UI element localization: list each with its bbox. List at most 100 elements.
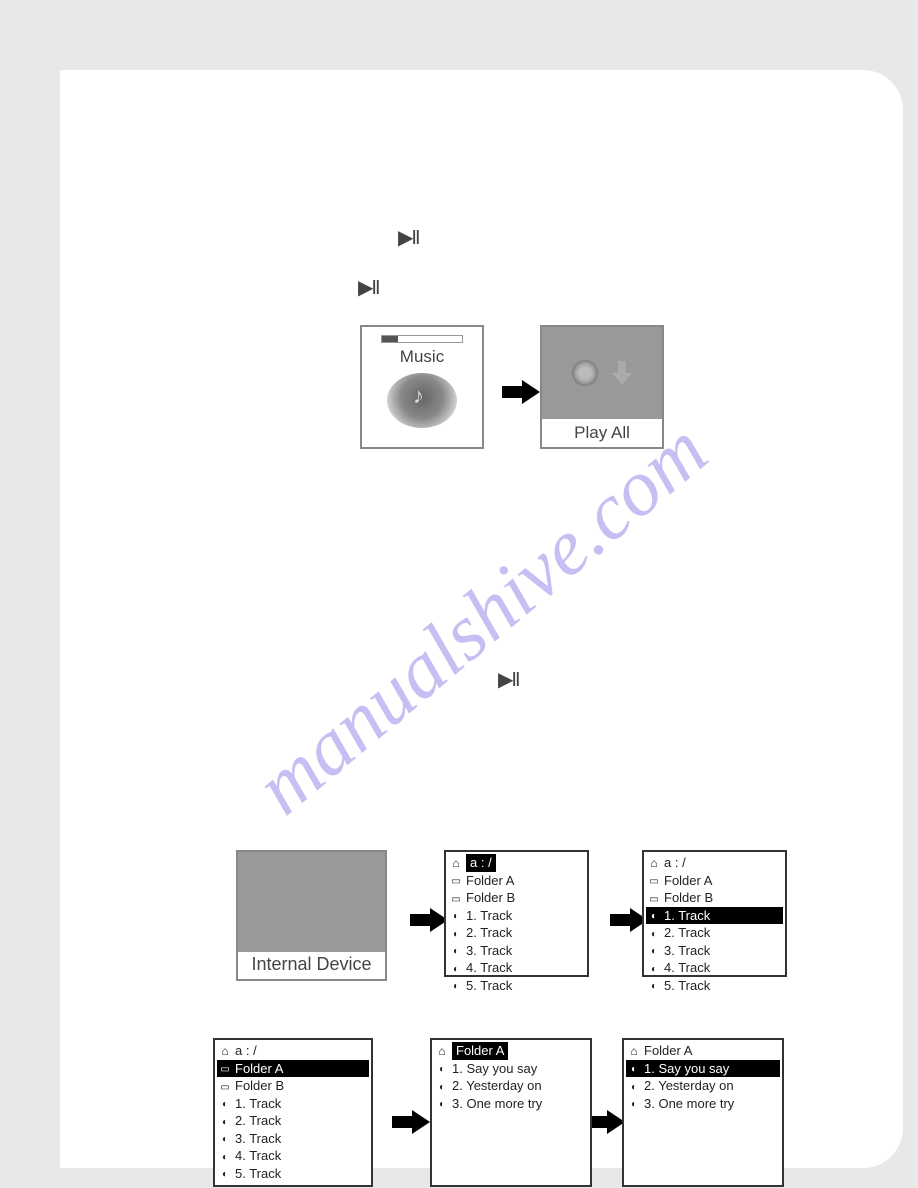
folder-icon (450, 890, 462, 907)
file-icon (450, 977, 462, 994)
down-arrow-icon (612, 361, 632, 385)
music-menu-tile: Music (360, 325, 484, 449)
list-item: 3. One more try (626, 1095, 780, 1113)
file-icon (219, 1113, 231, 1130)
file-icon (219, 1095, 231, 1112)
file-icon (628, 1060, 640, 1077)
list-item: Folder A (448, 872, 585, 890)
file-icon (450, 942, 462, 959)
list-item: 1. Say you say (626, 1060, 780, 1078)
file-icon (648, 942, 660, 959)
document-page: manualshive.com ▶II ▶II Music Play All ▶… (60, 70, 903, 1168)
list-item-label: 1. Say you say (452, 1060, 537, 1078)
list-header: Folder A (434, 1042, 588, 1060)
home-icon (219, 1043, 231, 1059)
list-item: 2. Yesterday on (626, 1077, 780, 1095)
list-item-label: Folder B (466, 889, 515, 907)
list-item-label: 3. One more try (644, 1095, 734, 1113)
list-header: a : / (646, 854, 783, 872)
file-icon (648, 977, 660, 994)
list-item-label: Folder B (664, 889, 713, 907)
list-item: Folder A (217, 1060, 369, 1078)
folder-icon (648, 890, 660, 907)
list-item-label: 4. Track (466, 959, 512, 977)
file-icon (219, 1165, 231, 1182)
list-item-label: 2. Track (235, 1112, 281, 1130)
list-item-label: 4. Track (664, 959, 710, 977)
list-item-label: 1. Say you say (644, 1060, 729, 1078)
list-header-label: a : / (664, 854, 686, 872)
list-item: 2. Yesterday on (434, 1077, 588, 1095)
arrow-right-icon (412, 1110, 430, 1134)
list-item-label: Folder A (235, 1060, 283, 1078)
arrow-right-icon (522, 380, 540, 404)
list-item-label: 1. Track (466, 907, 512, 925)
repeat-icon (572, 360, 598, 386)
list-item: Folder B (646, 889, 783, 907)
home-icon (648, 855, 660, 871)
file-icon (628, 1078, 640, 1095)
list-header: a : / (448, 854, 585, 872)
file-icon (436, 1060, 448, 1077)
file-list-panel-4: Folder A1. Say you say2. Yesterday on3. … (430, 1038, 592, 1187)
file-icon (648, 925, 660, 942)
list-item: 1. Say you say (434, 1060, 588, 1078)
file-icon (219, 1148, 231, 1165)
home-icon (450, 855, 462, 871)
list-item: 2. Track (646, 924, 783, 942)
progress-bar-icon (381, 335, 463, 343)
list-item: 3. Track (448, 942, 585, 960)
play-pause-icon: ▶II (398, 225, 419, 250)
list-item: 2. Track (448, 924, 585, 942)
list-header-label: a : / (466, 854, 496, 872)
list-header-label: Folder A (452, 1042, 508, 1060)
list-item: 1. Track (448, 907, 585, 925)
list-item-label: 4. Track (235, 1147, 281, 1165)
list-item: Folder A (646, 872, 783, 890)
list-item: Folder B (448, 889, 585, 907)
list-header: a : / (217, 1042, 369, 1060)
list-item: 2. Track (217, 1112, 369, 1130)
file-list-panel-1: a : /Folder AFolder B1. Track2. Track3. … (444, 850, 589, 977)
list-item-label: 3. Track (235, 1130, 281, 1148)
internal-device-tile: Internal Device (236, 850, 387, 981)
file-icon (436, 1095, 448, 1112)
play-all-tile: Play All (540, 325, 664, 449)
watermark-text: manualshive.com (239, 405, 725, 833)
file-icon (219, 1130, 231, 1147)
file-list-panel-2: a : /Folder AFolder B1. Track2. Track3. … (642, 850, 787, 977)
list-item: 1. Track (217, 1095, 369, 1113)
list-item-label: 5. Track (664, 977, 710, 995)
play-all-icons (542, 327, 662, 419)
file-icon (450, 960, 462, 977)
play-all-label: Play All (542, 419, 662, 443)
internal-device-icons (238, 852, 385, 952)
home-icon (436, 1043, 448, 1059)
internal-device-label: Internal Device (238, 952, 385, 975)
folder-icon (450, 872, 462, 889)
list-item-label: Folder A (466, 872, 514, 890)
list-item: 3. Track (646, 942, 783, 960)
play-pause-icon: ▶II (358, 275, 379, 300)
list-item: 1. Track (646, 907, 783, 925)
file-icon (628, 1095, 640, 1112)
list-header: Folder A (626, 1042, 780, 1060)
play-pause-icon: ▶II (498, 667, 519, 692)
list-item-label: 1. Track (235, 1095, 281, 1113)
list-item: 4. Track (217, 1147, 369, 1165)
list-item: 3. One more try (434, 1095, 588, 1113)
list-item: 4. Track (646, 959, 783, 977)
list-item-label: 3. Track (466, 942, 512, 960)
folder-icon (219, 1078, 231, 1095)
file-icon (450, 907, 462, 924)
file-icon (648, 960, 660, 977)
home-icon (628, 1043, 640, 1059)
file-icon (436, 1078, 448, 1095)
folder-icon (219, 1060, 231, 1077)
list-item-label: 5. Track (466, 977, 512, 995)
list-item: 5. Track (217, 1165, 369, 1183)
file-icon (648, 907, 660, 924)
list-header-label: a : / (235, 1042, 257, 1060)
list-item: 5. Track (646, 977, 783, 995)
list-item-label: 2. Track (664, 924, 710, 942)
